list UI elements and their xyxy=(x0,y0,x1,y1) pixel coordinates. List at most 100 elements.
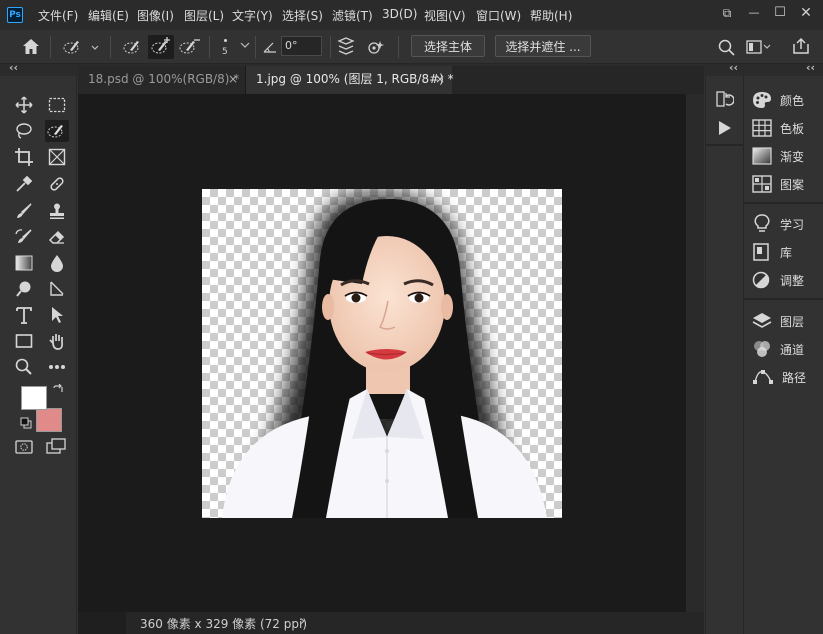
select-subject-button[interactable]: 选择主体 xyxy=(411,35,485,57)
panel-label-paths: 路径 xyxy=(782,370,807,385)
angle-field[interactable]: 0° xyxy=(281,36,322,56)
share-icon[interactable] xyxy=(792,37,810,55)
menu-layer[interactable]: 图层(L) xyxy=(184,7,224,24)
brush-size-picker[interactable]: 5 xyxy=(218,35,252,61)
type-icon xyxy=(16,307,32,324)
menu-view[interactable]: 视图(V) xyxy=(424,7,466,24)
document-size-text: 360 像素 x 329 像素 (72 ppi) xyxy=(140,617,307,631)
library-icon xyxy=(753,243,769,261)
palette-icon xyxy=(753,92,771,108)
blur-tool[interactable] xyxy=(45,252,69,274)
panel-patterns[interactable]: 图案 xyxy=(752,172,820,196)
panel-adjustments[interactable]: 调整 xyxy=(752,268,820,292)
channels-icon xyxy=(754,341,770,357)
eyedropper-tool[interactable] xyxy=(12,173,36,195)
zoom-level-field[interactable] xyxy=(78,612,126,634)
collapse-toolbar-button[interactable]: ‹‹ xyxy=(9,61,18,74)
menu-type[interactable]: 文字(Y) xyxy=(232,7,273,24)
panel-learn[interactable]: 学习 xyxy=(752,212,820,236)
tab-close-icon[interactable]: × xyxy=(228,66,238,93)
marquee-tool[interactable] xyxy=(45,94,69,116)
swap-colors-icon[interactable] xyxy=(52,384,64,396)
clone-stamp-tool[interactable] xyxy=(45,200,69,222)
menu-image[interactable]: 图像(I) xyxy=(137,7,174,24)
vertical-scrollbar[interactable] xyxy=(686,94,704,612)
maximize-button[interactable]: ☐ xyxy=(769,3,791,23)
path-selection-tool[interactable] xyxy=(45,304,69,326)
panel-gradients[interactable]: 渐变 xyxy=(752,144,820,168)
brush-icon xyxy=(17,203,32,218)
lasso-icon xyxy=(16,123,32,139)
quick-selection-tool[interactable] xyxy=(45,120,69,142)
menu-filter[interactable]: 滤镜(T) xyxy=(332,7,373,24)
tab-18-psd[interactable]: 18.psd @ 100%(RGB/8) * × xyxy=(78,66,246,94)
rectangle-tool[interactable] xyxy=(12,330,36,352)
crop-tool[interactable] xyxy=(12,146,36,168)
quick-mask-icon[interactable] xyxy=(15,440,33,454)
hand-tool[interactable] xyxy=(45,330,69,352)
dodge-tool[interactable] xyxy=(12,278,36,300)
document-tab-bar: 18.psd @ 100%(RGB/8) * × 1.jpg @ 100% (图… xyxy=(78,66,704,94)
background-color-swatch[interactable] xyxy=(36,408,62,432)
brush-size-value: 5 xyxy=(222,47,228,57)
panel-label-patterns: 图案 xyxy=(780,177,805,192)
healing-brush-tool[interactable] xyxy=(45,173,69,195)
minimize-button[interactable]: — xyxy=(743,3,765,23)
panel-paths[interactable]: 路径 xyxy=(752,365,820,389)
screen-mode-icon[interactable] xyxy=(46,438,68,454)
zoom-tool[interactable] xyxy=(12,356,36,378)
menu-window[interactable]: 窗口(W) xyxy=(476,7,521,24)
menu-file[interactable]: 文件(F) xyxy=(38,7,78,24)
panel-layers[interactable]: 图层 xyxy=(752,309,820,333)
panel-swatches[interactable]: 色板 xyxy=(752,116,820,140)
panel-color[interactable]: 颜色 xyxy=(752,88,820,112)
tab-1-jpg[interactable]: 1.jpg @ 100% (图层 1, RGB/8#) * × xyxy=(246,66,454,94)
workspace-switcher-icon[interactable] xyxy=(746,39,772,55)
frame-tool[interactable] xyxy=(45,146,69,168)
panel-label-learn: 学习 xyxy=(780,217,805,232)
close-button[interactable]: ✕ xyxy=(795,3,817,23)
sample-all-layers-icon[interactable] xyxy=(336,37,356,57)
auto-enhance-icon[interactable] xyxy=(366,38,386,58)
search-icon[interactable] xyxy=(718,39,735,56)
panel-libraries[interactable]: 库 xyxy=(752,240,820,264)
tab-close-icon[interactable]: × xyxy=(435,66,445,93)
panel-label-gradients: 渐变 xyxy=(780,149,805,164)
default-colors-icon[interactable] xyxy=(20,417,32,429)
history-icon[interactable] xyxy=(716,90,734,108)
gradient-tool[interactable] xyxy=(12,252,36,274)
panel-label-color: 颜色 xyxy=(780,93,805,108)
move-tool[interactable] xyxy=(12,94,36,116)
pen-tool[interactable] xyxy=(45,278,69,300)
foreground-color-swatch[interactable] xyxy=(21,386,47,410)
type-tool[interactable] xyxy=(12,304,36,326)
tab-label: 1.jpg @ 100% (图层 1, RGB/8#) * xyxy=(256,72,454,86)
home-icon[interactable] xyxy=(22,38,40,55)
document-image[interactable] xyxy=(202,189,562,518)
tool-preset-picker-icon[interactable] xyxy=(62,38,102,56)
panel-channels[interactable]: 通道 xyxy=(752,337,820,361)
menu-select[interactable]: 选择(S) xyxy=(282,7,323,24)
gradient-panel-icon xyxy=(752,147,772,165)
crop-icon xyxy=(15,148,33,166)
menu-edit[interactable]: 编辑(E) xyxy=(88,7,129,24)
quick-selection-icon xyxy=(47,125,63,138)
play-actions-icon[interactable] xyxy=(718,120,732,136)
eraser-tool[interactable] xyxy=(45,226,69,248)
menu-3d[interactable]: 3D(D) xyxy=(382,7,417,21)
collapse-mini-panel-button[interactable]: ‹‹ xyxy=(729,61,738,74)
add-to-selection-button[interactable] xyxy=(148,35,174,59)
edit-toolbar-button[interactable] xyxy=(45,356,69,378)
subtract-from-selection-icon[interactable] xyxy=(178,37,202,57)
menu-help[interactable]: 帮助(H) xyxy=(530,7,572,24)
status-menu-arrow[interactable]: › xyxy=(300,614,305,629)
lasso-tool[interactable] xyxy=(12,120,36,142)
arrange-windows-icon[interactable]: ⧉ xyxy=(716,3,738,23)
more-icon xyxy=(49,365,65,369)
brush-tool[interactable] xyxy=(12,200,36,222)
history-brush-tool[interactable] xyxy=(12,226,36,248)
select-and-mask-button[interactable]: 选择并遮住 ... xyxy=(495,35,591,57)
collapse-panels-button[interactable]: ‹‹ xyxy=(806,61,815,74)
new-selection-icon[interactable] xyxy=(122,37,144,57)
photoshop-logo-icon[interactable]: Ps xyxy=(7,7,23,23)
